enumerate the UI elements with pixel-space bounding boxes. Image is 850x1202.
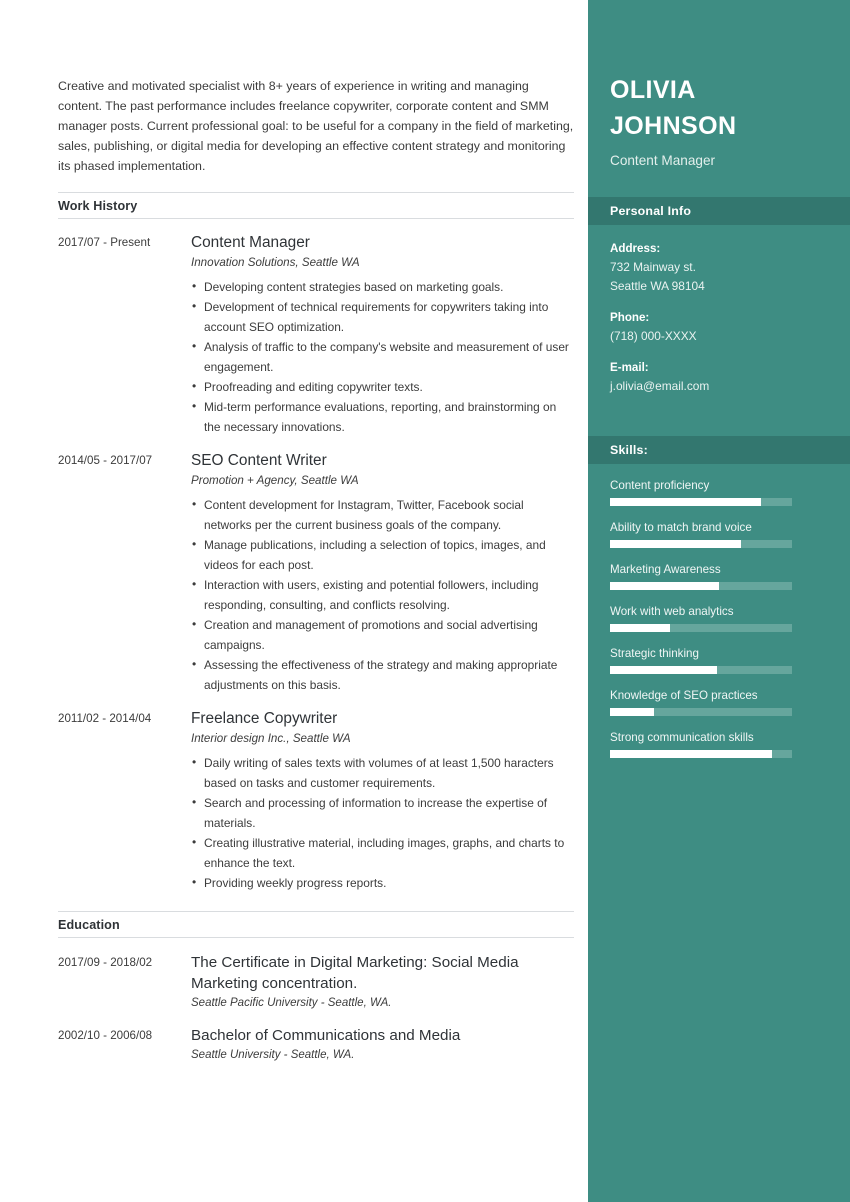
education-entry: 2017/09 - 2018/02 The Certificate in Dig… [58,952,574,1009]
bullet-item: Assessing the effectiveness of the strat… [191,654,574,695]
work-entry-body: SEO Content Writer Promotion + Agency, S… [191,450,574,695]
work-entry-date: 2014/05 - 2017/07 [58,454,153,467]
job-title: Content Manager [610,153,716,168]
work-entry-body: Content Manager Innovation Solutions, Se… [191,232,574,437]
professional-summary: Creative and motivated specialist with 8… [58,79,574,173]
section-header-education: Education [58,911,574,938]
education-entry-body: Bachelor of Communications and Media Sea… [191,1025,574,1061]
phone-value: (718) 000-XXXX [610,329,697,343]
email-label: E-mail: [610,361,649,374]
address-line-2: Seattle WA 98104 [610,279,705,293]
work-entry-date: 2017/07 - Present [58,236,151,249]
phone-label: Phone: [610,311,650,324]
skill-item: Ability to match brand voice [610,519,792,548]
bullet-item: Creating illustrative material, includin… [191,832,574,873]
skill-item: Work with web analytics [610,603,792,632]
skill-item: Strategic thinking [610,645,792,674]
section-title: Work History [58,199,138,213]
bullet-item: Analysis of traffic to the company's web… [191,336,574,377]
skill-label: Work with web analytics [610,605,734,618]
skill-bar-fill [610,750,772,758]
info-group-phone: Phone: (718) 000-XXXX [610,308,850,346]
work-entry-date: 2011/02 - 2014/04 [58,712,152,725]
skill-bar-track [610,498,792,506]
work-entry-org: Promotion + Agency, Seattle WA [191,474,359,487]
bullet-item: Development of technical requirements fo… [191,296,574,337]
skill-label: Content proficiency [610,479,710,492]
resume-page: Creative and motivated specialist with 8… [0,0,850,1202]
sidebar: OLIVIA JOHNSON Content Manager Personal … [588,0,850,1202]
bullet-item: Proofreading and editing copywriter text… [191,376,574,397]
skill-bar-track [610,750,792,758]
skill-item: Marketing Awareness [610,561,792,590]
work-entry: 2017/07 - Present Content Manager Innova… [58,232,574,437]
education-entry: 2002/10 - 2006/08 Bachelor of Communicat… [58,1025,574,1061]
bullet-item: Developing content strategies based on m… [191,276,574,297]
work-entry: 2011/02 - 2014/04 Freelance Copywriter I… [58,708,574,893]
skill-bar-track [610,624,792,632]
first-name: OLIVIA [610,76,696,104]
skill-label: Strategic thinking [610,647,699,660]
email-value: j.olivia@email.com [610,379,710,393]
info-group-address: Address: 732 Mainway st. Seattle WA 9810… [610,239,850,296]
personal-info-block: Address: 732 Mainway st. Seattle WA 9810… [588,225,850,412]
main-column: Creative and motivated specialist with 8… [0,0,588,1202]
skill-bar-fill [610,498,762,506]
info-group-email: E-mail: j.olivia@email.com [610,358,850,396]
address-line-1: 732 Mainway st. [610,260,696,274]
work-entry-title: Content Manager [191,234,310,251]
education-entry-date: 2017/09 - 2018/02 [58,956,153,969]
name-block: OLIVIA JOHNSON Content Manager [588,0,850,171]
work-entry-title: Freelance Copywriter [191,710,338,727]
education-entry-date: 2002/10 - 2006/08 [58,1029,153,1042]
skill-bar-fill [610,708,654,716]
skill-bar-fill [610,624,671,632]
work-entry-org: Innovation Solutions, Seattle WA [191,256,360,269]
skill-label: Knowledge of SEO practices [610,689,758,702]
education-entry-title: The Certificate in Digital Marketing: So… [191,954,519,992]
work-entry-body: Freelance Copywriter Interior design Inc… [191,708,574,893]
skill-label: Ability to match brand voice [610,521,752,534]
bullet-item: Search and processing of information to … [191,792,574,833]
bullet-item: Mid-term performance evaluations, report… [191,396,574,437]
bullet-item: Manage publications, including a selecti… [191,534,574,575]
skill-item: Strong communication skills [610,729,792,758]
last-name: JOHNSON [610,112,737,140]
skill-item: Knowledge of SEO practices [610,687,792,716]
skill-bar-track [610,666,792,674]
skill-label: Marketing Awareness [610,563,721,576]
skill-bar-fill [610,582,720,590]
skill-bar-track [610,582,792,590]
address-label: Address: [610,242,661,255]
bullet-item: Creation and management of promotions an… [191,614,574,655]
bullet-item: Providing weekly progress reports. [191,872,574,893]
skill-bar-fill [610,540,742,548]
bullet-item: Daily writing of sales texts with volume… [191,752,574,793]
work-entry-bullets: Developing content strategies based on m… [191,276,574,437]
education-entry-org: Seattle University - Seattle, WA. [191,1049,355,1061]
personal-info-header: Personal Info [588,197,850,225]
work-entry-title: SEO Content Writer [191,452,327,469]
skills-header: Skills: [588,436,850,464]
work-entry-org: Interior design Inc., Seattle WA [191,732,351,745]
skill-bar-track [610,540,792,548]
education-entry-title: Bachelor of Communications and Media [191,1027,461,1044]
section-title: Education [58,918,120,932]
skill-bar-fill [610,666,718,674]
work-entry-bullets: Daily writing of sales texts with volume… [191,752,574,893]
bullet-item: Interaction with users, existing and pot… [191,574,574,615]
skill-bar-track [610,708,792,716]
education-entry-org: Seattle Pacific University - Seattle, WA… [191,997,392,1009]
work-entry: 2014/05 - 2017/07 SEO Content Writer Pro… [58,450,574,695]
skill-item: Content proficiency [610,477,792,506]
bullet-item: Content development for Instagram, Twitt… [191,494,574,535]
skills-block: Content proficiency Ability to match bra… [588,464,850,758]
skill-label: Strong communication skills [610,731,754,744]
education-entry-body: The Certificate in Digital Marketing: So… [191,952,574,1009]
section-header-work-history: Work History [58,192,574,219]
work-entry-bullets: Content development for Instagram, Twitt… [191,494,574,695]
